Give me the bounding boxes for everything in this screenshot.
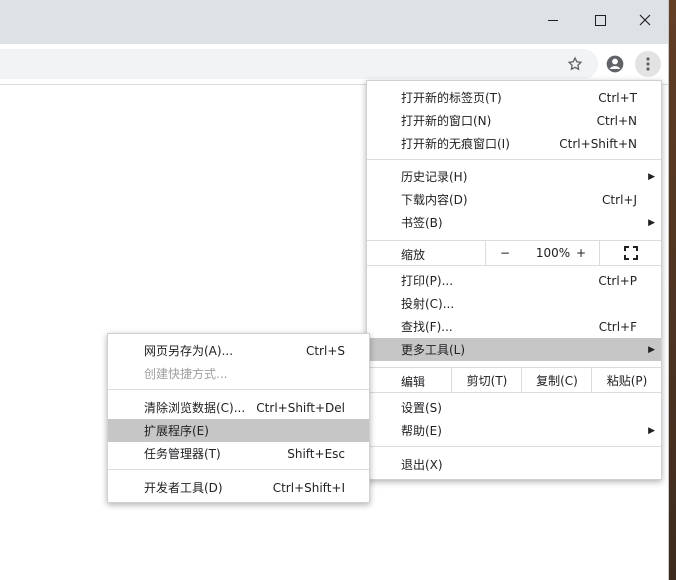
menu-item-downloads[interactable]: 下载内容(D) Ctrl+J (367, 188, 661, 211)
menu-item-new-incognito[interactable]: 打开新的无痕窗口(I) Ctrl+Shift+N (367, 132, 661, 155)
copy-button[interactable]: 复制(C) (521, 368, 592, 392)
menu-item-new-window[interactable]: 打开新的窗口(N) Ctrl+N (367, 109, 661, 132)
cut-label: 剪切(T) (466, 373, 508, 388)
plus-icon: + (575, 246, 587, 260)
menu-item-label: 创建快捷方式... (144, 367, 228, 381)
submenu-item-create-shortcut: 创建快捷方式... (108, 362, 369, 385)
menu-item-find[interactable]: 查找(F)... Ctrl+F (367, 315, 661, 338)
menu-item-label: 扩展程序(E) (144, 424, 209, 438)
cut-button[interactable]: 剪切(T) (451, 368, 522, 392)
menu-item-label: 网页另存为(A)... (144, 344, 234, 358)
copy-label: 复制(C) (536, 373, 578, 388)
submenu-arrow-icon: ▶ (648, 171, 655, 182)
menu-separator (108, 469, 369, 470)
close-icon (639, 14, 651, 26)
profile-button[interactable] (603, 52, 627, 76)
menu-item-shortcut: Ctrl+N (596, 113, 637, 128)
zoom-row: 缩放 − 100% + (367, 240, 661, 266)
menu-item-shortcut: Ctrl+F (598, 319, 637, 334)
menu-item-label: 清除浏览数据(C)... (144, 401, 246, 415)
menu-item-shortcut: Ctrl+P (598, 273, 637, 288)
submenu-arrow-icon: ▶ (648, 344, 655, 355)
menu-item-shortcut: Ctrl+J (602, 192, 637, 207)
submenu-item-save-page[interactable]: 网页另存为(A)... Ctrl+S (108, 339, 369, 362)
menu-item-label: 更多工具(L) (401, 343, 466, 357)
edit-label: 编辑 (401, 375, 426, 389)
fullscreen-button[interactable] (599, 241, 662, 265)
menu-item-bookmarks[interactable]: 书签(B) ▶ (367, 211, 661, 234)
submenu-item-dev-tools[interactable]: 开发者工具(D) Ctrl+Shift+I (108, 476, 369, 499)
menu-item-shortcut: Ctrl+Shift+I (272, 480, 345, 495)
menu-item-shortcut: Ctrl+S (305, 343, 345, 358)
menu-item-shortcut: Ctrl+T (598, 90, 637, 105)
close-button[interactable] (622, 6, 668, 34)
menu-item-settings[interactable]: 设置(S) (367, 396, 661, 419)
menu-item-more-tools[interactable]: 更多工具(L) ▶ (367, 338, 661, 361)
paste-button[interactable]: 粘贴(P) (591, 368, 662, 392)
menu-separator (108, 389, 369, 390)
star-icon (567, 56, 583, 71)
bookmark-star-button[interactable] (563, 52, 587, 76)
menu-item-label: 历史记录(H) (401, 170, 468, 184)
submenu-arrow-icon: ▶ (648, 425, 655, 436)
account-circle-icon (606, 55, 624, 73)
minus-icon: − (499, 246, 511, 260)
menu-item-label: 查找(F)... (401, 320, 453, 334)
menu-item-label: 打开新的窗口(N) (401, 114, 492, 128)
maximize-button[interactable] (577, 6, 623, 34)
zoom-out-button[interactable]: − (485, 241, 524, 265)
fullscreen-icon (624, 246, 638, 260)
menu-separator (367, 159, 661, 160)
menu-item-label: 打开新的无痕窗口(I) (401, 137, 510, 151)
edit-row: 编辑 剪切(T) 复制(C) 粘贴(P) (367, 367, 661, 393)
menu-item-label: 书签(B) (401, 216, 443, 230)
submenu-item-clear-data[interactable]: 清除浏览数据(C)... Ctrl+Shift+Del (108, 396, 369, 419)
menu-item-new-tab[interactable]: 打开新的标签页(T) Ctrl+T (367, 86, 661, 109)
menu-item-exit[interactable]: 退出(X) (367, 453, 661, 476)
menu-item-label: 任务管理器(T) (144, 447, 221, 461)
zoom-label: 缩放 (401, 248, 426, 262)
more-tools-submenu: 网页另存为(A)... Ctrl+S 创建快捷方式... 清除浏览数据(C)..… (107, 333, 370, 503)
minimize-icon (548, 19, 558, 21)
maximize-icon (594, 14, 606, 26)
submenu-arrow-icon: ▶ (648, 217, 655, 228)
menu-separator (367, 446, 661, 447)
menu-item-label: 帮助(E) (401, 424, 442, 438)
menu-item-shortcut: Ctrl+Shift+N (559, 136, 637, 151)
title-bar (0, 0, 668, 44)
menu-item-label: 设置(S) (401, 401, 442, 415)
more-vert-icon (646, 57, 650, 71)
submenu-item-task-manager[interactable]: 任务管理器(T) Shift+Esc (108, 442, 369, 465)
submenu-item-extensions[interactable]: 扩展程序(E) (108, 419, 369, 442)
menu-item-label: 开发者工具(D) (144, 481, 223, 495)
toolbar (0, 44, 668, 85)
menu-item-label: 投射(C)... (401, 297, 455, 311)
chrome-main-menu: 打开新的标签页(T) Ctrl+T 打开新的窗口(N) Ctrl+N 打开新的无… (366, 80, 662, 480)
address-bar[interactable] (0, 49, 598, 79)
menu-item-shortcut: Ctrl+Shift+Del (256, 400, 345, 415)
paste-label: 粘贴(P) (606, 373, 648, 388)
menu-item-label: 下载内容(D) (401, 193, 468, 207)
menu-item-history[interactable]: 历史记录(H) ▶ (367, 165, 661, 188)
menu-item-help[interactable]: 帮助(E) ▶ (367, 419, 661, 442)
menu-item-label: 打印(P)... (401, 274, 454, 288)
chrome-menu-button[interactable] (635, 51, 661, 77)
menu-item-shortcut: Shift+Esc (287, 446, 345, 461)
zoom-in-button[interactable]: + (563, 241, 599, 265)
minimize-button[interactable] (530, 6, 576, 34)
menu-item-print[interactable]: 打印(P)... Ctrl+P (367, 269, 661, 292)
menu-item-label: 退出(X) (401, 458, 443, 472)
menu-item-label: 打开新的标签页(T) (401, 91, 502, 105)
menu-item-cast[interactable]: 投射(C)... (367, 292, 661, 315)
